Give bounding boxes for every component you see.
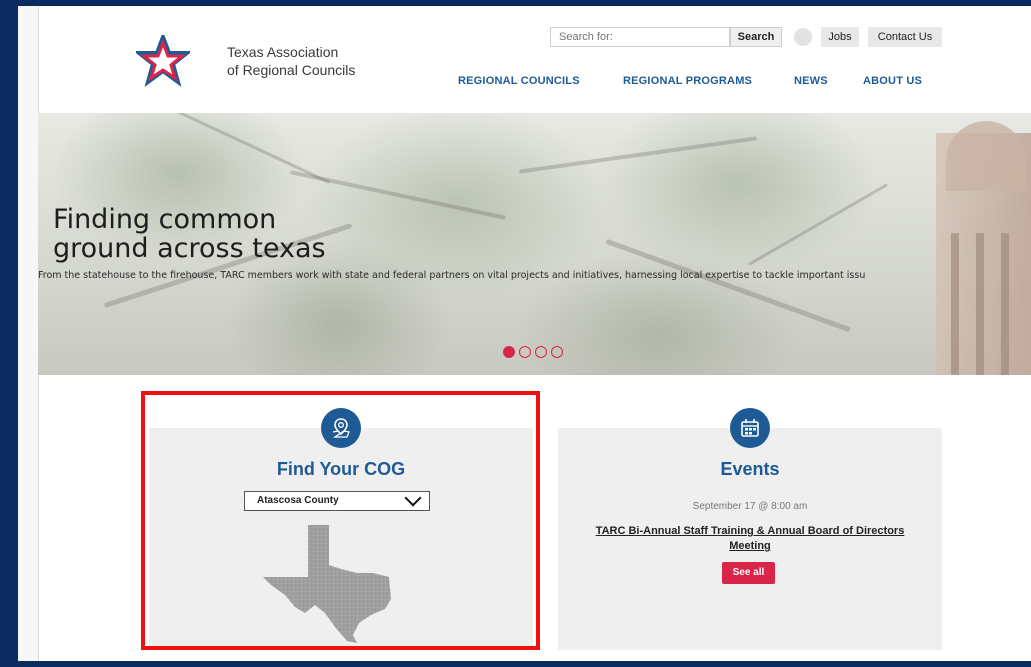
capitol-building xyxy=(936,121,1031,375)
search-button[interactable]: Search xyxy=(730,27,782,47)
nav-regional-programs[interactable]: REGIONAL PROGRAMS xyxy=(623,75,752,87)
nav-about-us[interactable]: ABOUT US xyxy=(863,75,922,87)
hero-title-line2: ground across texas xyxy=(53,233,326,264)
hero-title-line1: Finding common xyxy=(53,204,277,235)
jobs-link[interactable]: Jobs xyxy=(821,27,859,47)
left-gutter xyxy=(18,6,39,661)
slider-dot-1[interactable] xyxy=(503,346,515,358)
slider-dot-4[interactable] xyxy=(551,346,563,358)
slider-dot-2[interactable] xyxy=(519,346,531,358)
org-name-line2: of Regional Councils xyxy=(227,62,356,78)
org-name-line1: Texas Association xyxy=(227,44,339,60)
event-date: September 17 @ 8:00 am xyxy=(692,501,808,512)
slider-dot-3[interactable] xyxy=(535,346,547,358)
heart-icon[interactable] xyxy=(794,28,812,46)
nav-news[interactable]: NEWS xyxy=(794,75,828,87)
county-select-value: Atascosa County xyxy=(257,495,339,506)
chevron-down-icon xyxy=(404,489,422,507)
hero-subtitle: From the statehouse to the firehouse, TA… xyxy=(38,270,866,281)
texas-map[interactable] xyxy=(261,523,411,643)
event-title-link[interactable]: TARC Bi-Annual Staff Training & Annual B… xyxy=(588,524,912,554)
hero-title: Finding common ground across texas xyxy=(53,205,326,263)
nav-regional-councils[interactable]: REGIONAL COUNCILS xyxy=(458,75,580,87)
events-card: Events September 17 @ 8:00 am TARC Bi-An… xyxy=(558,408,942,650)
slider-dots xyxy=(503,346,563,358)
map-pin-icon xyxy=(321,408,361,448)
search-input[interactable] xyxy=(550,27,730,47)
contact-us-link[interactable]: Contact Us xyxy=(868,27,942,47)
see-all-button[interactable]: See all xyxy=(722,562,775,584)
org-name[interactable]: Texas Association of Regional Councils xyxy=(227,43,355,79)
county-select[interactable]: Atascosa County xyxy=(244,489,430,511)
tarc-logo-icon[interactable] xyxy=(136,35,190,87)
events-title: Events xyxy=(720,459,780,479)
find-cog-card: Find Your COG Atascosa County xyxy=(149,408,533,650)
find-cog-title: Find Your COG xyxy=(276,459,406,479)
calendar-icon xyxy=(730,408,770,448)
